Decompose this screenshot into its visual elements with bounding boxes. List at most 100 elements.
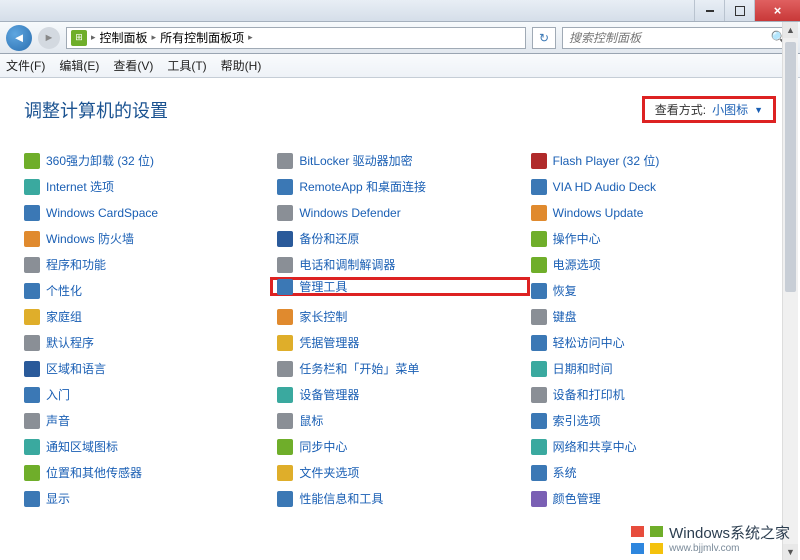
- item-label: 电源选项: [553, 256, 601, 273]
- item-label: Windows CardSpace: [46, 206, 158, 220]
- control-panel-item[interactable]: Windows 防火墙: [24, 229, 269, 248]
- control-panel-icon: ⊞: [71, 30, 87, 46]
- control-panel-item[interactable]: 默认程序: [24, 333, 269, 352]
- view-mode-selector[interactable]: 查看方式: 小图标 ▼: [642, 96, 776, 123]
- control-panel-item[interactable]: 网络和共享中心: [531, 437, 776, 456]
- breadcrumb-current[interactable]: 所有控制面板项: [160, 29, 244, 46]
- control-panel-item[interactable]: 恢复: [531, 281, 776, 300]
- item-icon: [277, 153, 293, 169]
- control-panel-item[interactable]: 日期和时间: [531, 359, 776, 378]
- control-panel-item[interactable]: 同步中心: [277, 437, 522, 456]
- control-panel-item[interactable]: 通知区域图标: [24, 437, 269, 456]
- control-panel-item[interactable]: 声音: [24, 411, 269, 430]
- menu-tools[interactable]: 工具(T): [167, 57, 206, 74]
- control-panel-item[interactable]: Windows Defender: [277, 203, 522, 222]
- control-panel-item[interactable]: VIA HD Audio Deck: [531, 177, 776, 196]
- search-box[interactable]: 🔍: [562, 27, 794, 49]
- control-panel-item[interactable]: 设备和打印机: [531, 385, 776, 404]
- control-panel-item[interactable]: BitLocker 驱动器加密: [277, 151, 522, 170]
- control-panel-item[interactable]: 家庭组: [24, 307, 269, 326]
- control-panel-item[interactable]: 轻松访问中心: [531, 333, 776, 352]
- item-label: 索引选项: [553, 412, 601, 429]
- scroll-up-arrow[interactable]: ▲: [783, 22, 798, 38]
- item-icon: [531, 153, 547, 169]
- item-label: RemoteApp 和桌面连接: [299, 178, 426, 195]
- item-icon: [24, 257, 40, 273]
- control-panel-item[interactable]: 显示: [24, 489, 269, 508]
- item-icon: [531, 231, 547, 247]
- item-label: 声音: [46, 412, 70, 429]
- control-panel-item[interactable]: 区域和语言: [24, 359, 269, 378]
- item-icon: [277, 309, 293, 325]
- item-label: VIA HD Audio Deck: [553, 180, 656, 194]
- control-panel-item[interactable]: Windows CardSpace: [24, 203, 269, 222]
- control-panel-item[interactable]: 系统: [531, 463, 776, 482]
- vertical-scrollbar[interactable]: ▲ ▼: [782, 22, 798, 560]
- control-panel-item[interactable]: 任务栏和「开始」菜单: [277, 359, 522, 378]
- item-label: 显示: [46, 490, 70, 507]
- control-panel-item[interactable]: 个性化: [24, 281, 269, 300]
- item-icon: [24, 335, 40, 351]
- control-panel-item[interactable]: 管理工具: [270, 277, 529, 296]
- watermark: Windows系统之家 www.bjjmlv.com: [631, 526, 790, 554]
- control-panel-item[interactable]: RemoteApp 和桌面连接: [277, 177, 522, 196]
- control-panel-item[interactable]: 鼠标: [277, 411, 522, 430]
- control-panel-item[interactable]: 备份和还原: [277, 229, 522, 248]
- control-panel-item[interactable]: 位置和其他传感器: [24, 463, 269, 482]
- control-panel-item[interactable]: 文件夹选项: [277, 463, 522, 482]
- control-panel-item[interactable]: 键盘: [531, 307, 776, 326]
- view-value[interactable]: 小图标: [712, 101, 748, 118]
- refresh-button[interactable]: ↻: [532, 27, 556, 49]
- close-button[interactable]: ×: [754, 0, 800, 21]
- control-panel-item[interactable]: 凭据管理器: [277, 333, 522, 352]
- menu-bar: 文件(F) 编辑(E) 查看(V) 工具(T) 帮助(H): [0, 54, 800, 78]
- search-input[interactable]: [569, 31, 771, 45]
- control-panel-item[interactable]: 颜色管理: [531, 489, 776, 508]
- control-panel-item[interactable]: 入门: [24, 385, 269, 404]
- control-panel-item[interactable]: 360强力卸载 (32 位): [24, 151, 269, 170]
- item-icon: [277, 257, 293, 273]
- item-label: Internet 选项: [46, 178, 114, 195]
- item-icon: [24, 153, 40, 169]
- menu-file[interactable]: 文件(F): [6, 57, 45, 74]
- control-panel-item[interactable]: 设备管理器: [277, 385, 522, 404]
- control-panel-item[interactable]: 索引选项: [531, 411, 776, 430]
- item-label: 恢复: [553, 282, 577, 299]
- content-area: 调整计算机的设置 查看方式: 小图标 ▼ 360强力卸载 (32 位)BitLo…: [0, 78, 800, 560]
- control-panel-item[interactable]: Flash Player (32 位): [531, 151, 776, 170]
- item-label: 日期和时间: [553, 360, 613, 377]
- address-bar[interactable]: ⊞ ▸ 控制面板 ▸ 所有控制面板项 ▸: [66, 27, 526, 49]
- maximize-button[interactable]: [724, 0, 754, 21]
- control-panel-item[interactable]: 电话和调制解调器: [277, 255, 522, 274]
- control-panel-item[interactable]: 性能信息和工具: [277, 489, 522, 508]
- windows-logo-icon: [631, 526, 663, 554]
- forward-button[interactable]: ►: [38, 27, 60, 49]
- item-label: 鼠标: [299, 412, 323, 429]
- control-panel-item[interactable]: 程序和功能: [24, 255, 269, 274]
- item-label: 入门: [46, 386, 70, 403]
- item-icon: [24, 465, 40, 481]
- control-panel-item[interactable]: Internet 选项: [24, 177, 269, 196]
- chevron-right-icon: ▸: [152, 32, 157, 43]
- item-label: 家长控制: [299, 308, 347, 325]
- item-icon: [277, 279, 293, 295]
- chevron-down-icon[interactable]: ▼: [754, 105, 763, 115]
- item-label: 个性化: [46, 282, 82, 299]
- control-panel-item[interactable]: 家长控制: [277, 307, 522, 326]
- control-panel-item[interactable]: 操作中心: [531, 229, 776, 248]
- menu-edit[interactable]: 编辑(E): [59, 57, 99, 74]
- scroll-thumb[interactable]: [785, 42, 796, 292]
- item-label: BitLocker 驱动器加密: [299, 152, 412, 169]
- item-label: 任务栏和「开始」菜单: [299, 360, 419, 377]
- item-icon: [277, 387, 293, 403]
- item-icon: [24, 387, 40, 403]
- control-panel-item[interactable]: Windows Update: [531, 203, 776, 222]
- menu-help[interactable]: 帮助(H): [221, 57, 262, 74]
- menu-view[interactable]: 查看(V): [113, 57, 153, 74]
- minimize-button[interactable]: [694, 0, 724, 21]
- item-icon: [277, 413, 293, 429]
- control-panel-item[interactable]: 电源选项: [531, 255, 776, 274]
- item-icon: [24, 309, 40, 325]
- back-button[interactable]: ◄: [6, 25, 32, 51]
- breadcrumb-root[interactable]: 控制面板: [100, 29, 148, 46]
